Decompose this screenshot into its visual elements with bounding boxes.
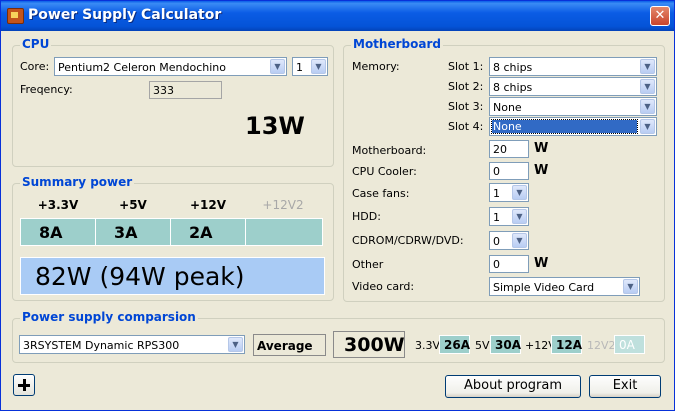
cpu-cooler-unit: W: [534, 163, 549, 178]
app-icon: [7, 8, 24, 24]
psu-rail-12v-amps: 12A: [551, 335, 582, 354]
slot1-value: 8 chips: [493, 61, 533, 74]
video-card-select[interactable]: Simple Video Card ▼: [489, 277, 640, 296]
other-unit: W: [534, 256, 549, 271]
chevron-down-icon[interactable]: ▼: [512, 185, 527, 200]
hdd-select[interactable]: 1 ▼: [489, 207, 529, 226]
rail-label-12v2: +12V2: [262, 198, 304, 212]
plus-icon-v: [23, 379, 26, 391]
other-label: Other: [352, 258, 384, 271]
chevron-down-icon[interactable]: ▼: [640, 99, 655, 114]
case-fans-value: 1: [493, 187, 500, 200]
psu-rail-5v-amps: 30A: [490, 335, 521, 354]
other-watts-input[interactable]: 0: [489, 255, 529, 273]
psu-rail-3v3-label: 3.3V: [415, 339, 441, 352]
chevron-down-icon[interactable]: ▼: [640, 59, 655, 74]
motherboard-group-title: Motherboard: [351, 37, 443, 51]
chevron-down-icon[interactable]: ▼: [512, 233, 527, 248]
cdrom-value: 0: [493, 235, 500, 248]
video-card-label: Video card:: [352, 280, 415, 293]
cdrom-label: CDROM/CDRW/DVD:: [352, 234, 464, 247]
psu-watts: 300W: [333, 331, 405, 358]
slot2-select[interactable]: 8 chips ▼: [489, 77, 657, 96]
slot3-value: None: [493, 101, 522, 114]
cpu-count-value: 1: [296, 61, 303, 74]
slot1-select[interactable]: 8 chips ▼: [489, 57, 657, 76]
slot1-label: Slot 1:: [448, 60, 484, 73]
chevron-down-icon[interactable]: ▼: [228, 337, 243, 352]
psu-rail-5v-label: 5V: [475, 339, 490, 352]
psu-model-value: 3RSYSTEM Dynamic RPS300: [23, 339, 180, 352]
psu-rating: Average: [253, 334, 326, 356]
cpu-group: CPU Core: Pentium2 Celeron Mendochino ▼ …: [12, 37, 334, 167]
chevron-down-icon[interactable]: ▼: [623, 279, 638, 294]
rail-amps-12v: 2A: [170, 218, 246, 246]
chevron-down-icon[interactable]: ▼: [311, 59, 326, 74]
psu-rail-3v3-amps: 26A: [439, 335, 470, 354]
video-card-value: Simple Video Card: [493, 281, 595, 294]
chevron-down-icon[interactable]: ▼: [512, 209, 527, 224]
cpu-cooler-input[interactable]: 0: [489, 162, 529, 180]
hdd-label: HDD:: [352, 210, 381, 223]
slot2-label: Slot 2:: [448, 80, 484, 93]
motherboard-watts-input[interactable]: 20: [489, 140, 529, 158]
motherboard-group: Motherboard Memory: Slot 1: 8 chips ▼ Sl…: [343, 37, 665, 302]
cpu-count-select[interactable]: 1 ▼: [292, 57, 328, 76]
rail-amps-3v3: 8A: [20, 218, 96, 246]
core-select[interactable]: Pentium2 Celeron Mendochino ▼: [54, 57, 287, 76]
slot3-label: Slot 3:: [448, 100, 484, 113]
comparison-group: Power supply comparsion 3RSYSTEM Dynamic…: [12, 310, 665, 363]
main-window: Power Supply Calculator ✕ CPU Core: Pent…: [0, 0, 675, 411]
psu-rail-12v2-label: 12V2: [587, 339, 616, 352]
rail-label-12v: +12V: [189, 198, 227, 212]
psu-model-select[interactable]: 3RSYSTEM Dynamic RPS300 ▼: [19, 335, 245, 354]
add-button[interactable]: [13, 374, 35, 396]
exit-button[interactable]: Exit: [589, 375, 661, 398]
rail-amps-5v: 3A: [95, 218, 171, 246]
frequency-field: 333: [149, 81, 222, 99]
summary-group: Summary power +3.3V +5V +12V +12V2 8A 3A…: [12, 175, 334, 301]
case-fans-select[interactable]: 1 ▼: [489, 183, 529, 202]
chevron-down-icon[interactable]: ▼: [640, 79, 655, 94]
core-label: Core:: [20, 60, 50, 73]
cpu-cooler-label: CPU Cooler:: [352, 165, 417, 178]
memory-label: Memory:: [352, 60, 400, 73]
close-button[interactable]: ✕: [650, 6, 670, 26]
cpu-group-title: CPU: [20, 37, 52, 51]
rail-label-3v3: +3.3V: [37, 198, 79, 212]
rail-label-5v: +5V: [119, 198, 147, 212]
motherboard-label: Motherboard:: [352, 144, 427, 157]
title-bar[interactable]: Power Supply Calculator ✕: [1, 1, 674, 31]
core-select-value: Pentium2 Celeron Mendochino: [58, 61, 227, 74]
window-title: Power Supply Calculator: [28, 7, 222, 23]
total-power: 82W (94W peak): [20, 257, 325, 295]
case-fans-label: Case fans:: [352, 187, 410, 200]
client-area: CPU Core: Pentium2 Celeron Mendochino ▼ …: [4, 31, 671, 409]
slot2-value: 8 chips: [493, 81, 533, 94]
psu-rail-12v2-amps: 0A: [614, 335, 645, 354]
chevron-down-icon[interactable]: ▼: [270, 59, 285, 74]
slot3-select[interactable]: None ▼: [489, 97, 657, 116]
motherboard-unit: W: [534, 141, 549, 156]
rail-amps-12v2: [245, 218, 323, 246]
chevron-down-icon[interactable]: ▼: [640, 119, 655, 134]
summary-group-title: Summary power: [20, 175, 135, 189]
slot4-select[interactable]: None ▼: [489, 117, 657, 136]
hdd-value: 1: [493, 211, 500, 224]
about-button[interactable]: About program: [445, 375, 581, 398]
cpu-watts: 13W: [245, 112, 305, 140]
slot4-label: Slot 4:: [448, 120, 484, 133]
cdrom-select[interactable]: 0 ▼: [489, 231, 529, 250]
comparison-group-title: Power supply comparsion: [20, 310, 198, 324]
slot4-value: None: [491, 119, 638, 134]
frequency-label: Freqency:: [20, 83, 73, 96]
